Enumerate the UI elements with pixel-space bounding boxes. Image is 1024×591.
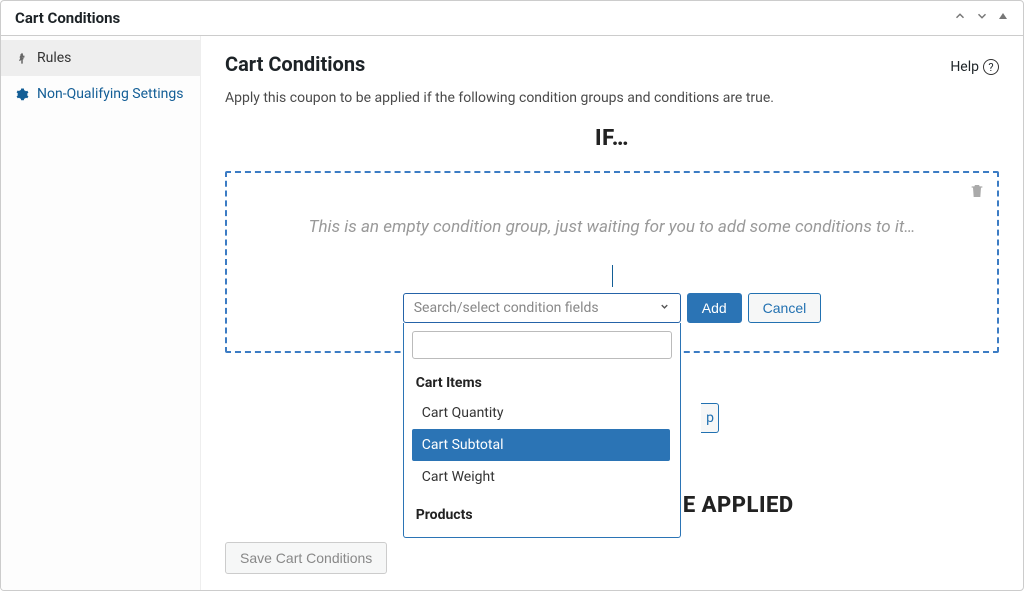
content-area: Cart Conditions Help ? Apply this coupon… <box>201 36 1023 590</box>
sidebar-item-non-qualifying[interactable]: Non-Qualifying Settings <box>1 76 200 112</box>
help-label: Help <box>950 59 979 75</box>
panel-title: Cart Conditions <box>15 9 120 27</box>
help-icon: ? <box>983 59 999 75</box>
add-group-button-peek[interactable]: p <box>701 403 719 433</box>
dropdown-list[interactable]: Cart Items Cart Quantity Cart Subtotal C… <box>412 369 672 529</box>
dropdown-group-label: Cart Items <box>412 369 670 397</box>
sidebar: Rules Non-Qualifying Settings <box>1 36 201 590</box>
dropdown-search-input[interactable] <box>412 331 672 359</box>
sidebar-item-label: Rules <box>37 50 71 66</box>
chevron-down-icon[interactable] <box>975 9 989 27</box>
add-button[interactable]: Add <box>687 293 742 323</box>
section-description: Apply this coupon to be applied if the f… <box>225 90 999 106</box>
help-link[interactable]: Help ? <box>950 59 999 75</box>
chevron-up-icon[interactable] <box>953 9 967 27</box>
condition-dropdown: Cart Items Cart Quantity Cart Subtotal C… <box>403 323 681 538</box>
save-button[interactable]: Save Cart Conditions <box>225 542 387 574</box>
dropdown-option-cart-weight[interactable]: Cart Weight <box>412 461 670 493</box>
trash-icon[interactable] <box>969 183 985 203</box>
select-placeholder: Search/select condition fields <box>414 300 599 316</box>
pin-icon <box>15 52 29 64</box>
cart-conditions-panel: Cart Conditions Rules <box>0 0 1024 591</box>
cancel-button[interactable]: Cancel <box>748 293 822 323</box>
sidebar-item-rules[interactable]: Rules <box>1 40 200 76</box>
sidebar-item-label: Non-Qualifying Settings <box>37 86 183 102</box>
section-title: Cart Conditions <box>225 52 365 76</box>
caret-indicator <box>612 265 613 287</box>
condition-controls: Search/select condition fields Cart Item… <box>403 293 822 323</box>
if-heading: IF… <box>225 126 999 151</box>
content-header: Cart Conditions Help ? <box>225 52 999 82</box>
dropdown-group-label: Products <box>412 501 670 529</box>
footer: Save Cart Conditions <box>225 542 999 574</box>
panel-header: Cart Conditions <box>1 1 1023 36</box>
gear-icon <box>15 88 29 101</box>
dropdown-option-cart-subtotal[interactable]: Cart Subtotal <box>412 429 670 461</box>
panel-body: Rules Non-Qualifying Settings Cart Condi… <box>1 36 1023 590</box>
group-placeholder-text: This is an empty condition group, just w… <box>309 217 916 237</box>
condition-group: This is an empty condition group, just w… <box>225 171 999 353</box>
chevron-down-icon <box>659 301 670 315</box>
condition-select[interactable]: Search/select condition fields <box>403 293 681 323</box>
panel-header-controls <box>953 9 1009 27</box>
dropdown-option-cart-quantity[interactable]: Cart Quantity <box>412 397 670 429</box>
collapse-triangle-icon[interactable] <box>997 10 1009 26</box>
